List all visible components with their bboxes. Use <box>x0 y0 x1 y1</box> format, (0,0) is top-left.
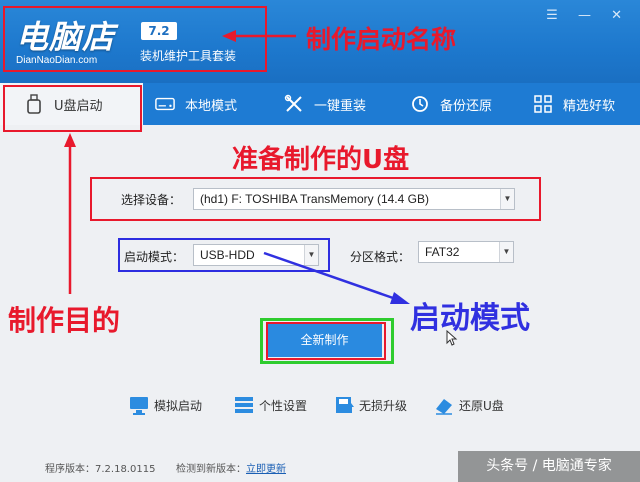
annotation-name: 制作启动名称 <box>306 25 457 54</box>
annotation-boot-mode: 启动模式 <box>410 301 530 336</box>
arrow-name-head <box>222 30 236 42</box>
watermark: 头条号 / 电脑通专家 <box>458 451 640 482</box>
annotation-prepare: 准备制作的U盘 <box>232 145 410 175</box>
annotation-purpose: 制作目的 <box>8 304 121 337</box>
arrow-boot-mode-head <box>390 292 410 304</box>
arrow-purpose-head <box>64 133 76 147</box>
arrow-boot-mode <box>263 251 397 301</box>
app-window: 电脑店 DianNaoDian.com 7.2 装机维护工具套装 ☰ — ✕ U… <box>0 0 640 482</box>
annotation-arrows <box>64 30 410 304</box>
